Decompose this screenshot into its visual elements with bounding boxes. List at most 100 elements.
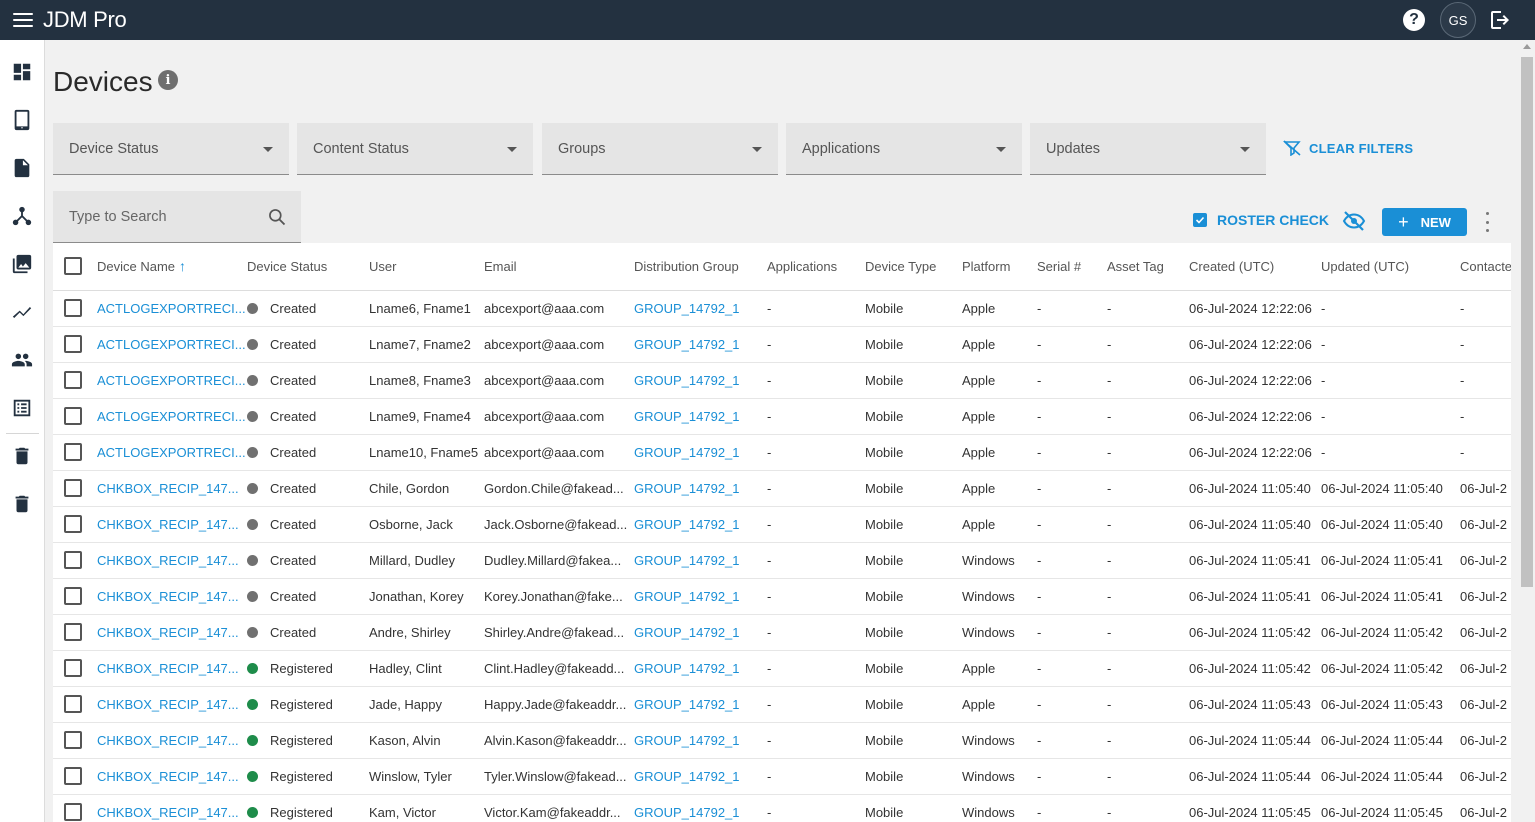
clear-filters-button[interactable]: CLEAR FILTERS <box>1283 140 1413 156</box>
device-name-link[interactable]: ACTLOGEXPORTRECI... <box>97 445 246 460</box>
device-name-link[interactable]: CHKBOX_RECIP_147... <box>97 553 239 568</box>
distribution-group-link[interactable]: GROUP_14792_1 <box>634 733 740 748</box>
column-header-email[interactable]: Email <box>484 243 634 291</box>
select-all-checkbox[interactable] <box>64 257 82 276</box>
trash-alt-icon[interactable] <box>11 493 33 515</box>
row-select-checkbox[interactable] <box>64 803 82 821</box>
row-select-checkbox[interactable] <box>64 623 82 641</box>
column-header-created[interactable]: Created (UTC) <box>1189 243 1321 291</box>
table-row[interactable]: ACTLOGEXPORTRECI... Created Lname7, Fname2… <box>53 326 1511 363</box>
device-name-link[interactable]: ACTLOGEXPORTRECI... <box>97 409 246 424</box>
row-select-checkbox[interactable] <box>64 299 82 317</box>
table-row[interactable]: CHKBOX_RECIP_147... Created Millard, Dudle… <box>53 542 1511 579</box>
row-select-checkbox[interactable] <box>64 587 82 605</box>
new-device-button[interactable]: + NEW <box>1382 208 1467 236</box>
device-name-link[interactable]: CHKBOX_RECIP_147... <box>97 517 239 532</box>
table-row[interactable]: CHKBOX_RECIP_147... Created Jonathan, Kore… <box>53 578 1511 615</box>
row-select-checkbox[interactable] <box>64 443 82 461</box>
scrollbar-thumb[interactable] <box>1521 57 1533 587</box>
column-header-updated[interactable]: Updated (UTC) <box>1321 243 1460 291</box>
column-header-device-name[interactable]: Device Name ↑ <box>97 243 247 291</box>
trash-icon[interactable] <box>11 445 33 467</box>
updates-filter[interactable]: Updates <box>1030 123 1266 175</box>
table-row[interactable]: CHKBOX_RECIP_147... Registered Jade, Happy… <box>53 686 1511 723</box>
users-icon[interactable] <box>11 349 33 371</box>
search-icon[interactable] <box>267 207 287 227</box>
device-name-link[interactable]: ACTLOGEXPORTRECI... <box>97 301 246 316</box>
column-header-serial[interactable]: Serial # <box>1037 243 1107 291</box>
column-header-user[interactable]: User <box>369 243 484 291</box>
distribution-group-link[interactable]: GROUP_14792_1 <box>634 589 740 604</box>
content-status-filter[interactable]: Content Status <box>297 123 533 175</box>
document-icon[interactable] <box>11 157 33 179</box>
distribution-group-link[interactable]: GROUP_14792_1 <box>634 769 740 784</box>
device-name-link[interactable]: CHKBOX_RECIP_147... <box>97 481 239 496</box>
device-name-link[interactable]: ACTLOGEXPORTRECI... <box>97 373 246 388</box>
table-row[interactable]: ACTLOGEXPORTRECI... Created Lname9, Fname4… <box>53 398 1511 435</box>
column-header-applications[interactable]: Applications <box>767 243 865 291</box>
sort-ascending-icon[interactable]: ↑ <box>179 258 186 274</box>
dashboard-icon[interactable] <box>11 61 33 83</box>
more-options-icon[interactable] <box>1483 212 1491 232</box>
device-name-link[interactable]: CHKBOX_RECIP_147... <box>97 625 239 640</box>
search-input[interactable] <box>53 191 301 242</box>
help-icon[interactable]: ? <box>1403 9 1425 31</box>
table-row[interactable]: CHKBOX_RECIP_147... Created Chile, Gordon G… <box>53 470 1511 507</box>
distribution-group-link[interactable]: GROUP_14792_1 <box>634 805 740 820</box>
row-select-checkbox[interactable] <box>64 731 82 749</box>
table-row[interactable]: CHKBOX_RECIP_147... Registered Kam, Victor… <box>53 794 1511 822</box>
hierarchy-icon[interactable] <box>11 205 33 227</box>
user-avatar[interactable]: GS <box>1440 2 1476 38</box>
image-gallery-icon[interactable] <box>11 253 33 275</box>
scroll-up-arrow-icon[interactable] <box>1523 44 1531 49</box>
column-header-device-type[interactable]: Device Type <box>865 243 962 291</box>
device-name-link[interactable]: CHKBOX_RECIP_147... <box>97 697 239 712</box>
distribution-group-link[interactable]: GROUP_14792_1 <box>634 409 740 424</box>
trend-chart-icon[interactable] <box>11 301 33 323</box>
table-row[interactable]: CHKBOX_RECIP_147... Registered Winslow, Ty… <box>53 758 1511 795</box>
groups-filter[interactable]: Groups <box>542 123 778 175</box>
row-select-checkbox[interactable] <box>64 479 82 497</box>
info-icon[interactable]: i <box>158 70 178 90</box>
row-select-checkbox[interactable] <box>64 407 82 425</box>
row-select-checkbox[interactable] <box>64 659 82 677</box>
table-row[interactable]: CHKBOX_RECIP_147... Registered Hadley, Cli… <box>53 650 1511 687</box>
device-name-link[interactable]: CHKBOX_RECIP_147... <box>97 769 239 784</box>
device-name-link[interactable]: CHKBOX_RECIP_147... <box>97 589 239 604</box>
device-name-link[interactable]: CHKBOX_RECIP_147... <box>97 733 239 748</box>
table-row[interactable]: CHKBOX_RECIP_147... Created Andre, Shirley… <box>53 614 1511 651</box>
roster-check-button[interactable]: ROSTER CHECK <box>1193 212 1329 228</box>
distribution-group-link[interactable]: GROUP_14792_1 <box>634 517 740 532</box>
table-row[interactable]: CHKBOX_RECIP_147... Created Osborne, Jack J… <box>53 506 1511 543</box>
logout-icon[interactable] <box>1488 8 1512 32</box>
column-header-contacted[interactable]: Contacted <box>1460 243 1511 291</box>
row-select-checkbox[interactable] <box>64 335 82 353</box>
distribution-group-link[interactable]: GROUP_14792_1 <box>634 481 740 496</box>
device-name-link[interactable]: ACTLOGEXPORTRECI... <box>97 337 246 352</box>
distribution-group-link[interactable]: GROUP_14792_1 <box>634 301 740 316</box>
device-status-filter[interactable]: Device Status <box>53 123 289 175</box>
device-name-link[interactable]: CHKBOX_RECIP_147... <box>97 661 239 676</box>
table-row[interactable]: ACTLOGEXPORTRECI... Created Lname8, Fname3… <box>53 362 1511 399</box>
tablet-icon[interactable] <box>11 109 33 131</box>
column-header-device-status[interactable]: Device Status <box>247 243 369 291</box>
hamburger-menu-icon[interactable] <box>13 13 33 27</box>
device-name-link[interactable]: CHKBOX_RECIP_147... <box>97 805 239 820</box>
row-select-checkbox[interactable] <box>64 551 82 569</box>
distribution-group-link[interactable]: GROUP_14792_1 <box>634 553 740 568</box>
distribution-group-link[interactable]: GROUP_14792_1 <box>634 337 740 352</box>
column-header-distribution-group[interactable]: Distribution Group <box>634 243 767 291</box>
list-icon[interactable] <box>11 397 33 419</box>
column-header-platform[interactable]: Platform <box>962 243 1037 291</box>
distribution-group-link[interactable]: GROUP_14792_1 <box>634 625 740 640</box>
table-row[interactable]: ACTLOGEXPORTRECI... Created Lname10, Fname… <box>53 434 1511 471</box>
row-select-checkbox[interactable] <box>64 371 82 389</box>
distribution-group-link[interactable]: GROUP_14792_1 <box>634 445 740 460</box>
row-select-checkbox[interactable] <box>64 767 82 785</box>
table-row[interactable]: ACTLOGEXPORTRECI... Created Lname6, Fname1… <box>53 290 1511 327</box>
visibility-off-icon[interactable] <box>1342 210 1366 232</box>
distribution-group-link[interactable]: GROUP_14792_1 <box>634 373 740 388</box>
row-select-checkbox[interactable] <box>64 695 82 713</box>
distribution-group-link[interactable]: GROUP_14792_1 <box>634 661 740 676</box>
row-select-checkbox[interactable] <box>64 515 82 533</box>
